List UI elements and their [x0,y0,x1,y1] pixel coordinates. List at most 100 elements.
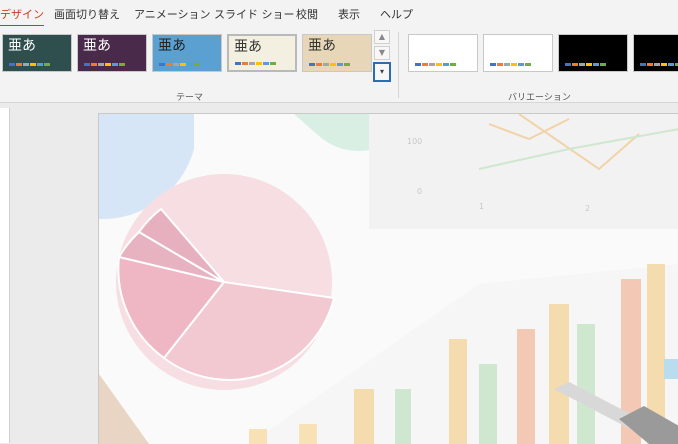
variation-color-swatches [490,63,531,66]
decorative-bar [577,324,595,444]
background-paper [369,114,678,229]
color-swatch [316,63,322,66]
color-swatch [593,63,599,66]
color-swatch [235,62,241,65]
theme-preview-text: 亜あ [83,38,111,54]
color-swatch [256,62,262,65]
color-swatch [640,63,646,66]
color-swatch [654,63,660,66]
tab-view[interactable]: 表示 [338,6,360,22]
chart-tick-label: 0 [417,187,422,196]
variations-group-label: バリエーション [508,93,571,103]
color-swatch [194,63,200,66]
color-swatch [166,63,172,66]
color-swatch [436,63,442,66]
themes-group-label: テーマ [176,93,204,103]
color-swatch [344,63,350,66]
slide-thumbnail-pane[interactable] [0,108,10,443]
color-swatch [187,63,193,66]
chart-tick-label: 1 [479,202,484,211]
slide-canvas[interactable]: 100 0 1 2 [98,113,678,444]
color-swatch [270,62,276,65]
color-swatch [91,63,97,66]
color-swatch [30,63,36,66]
tab-design[interactable]: デザイン [0,6,44,27]
theme-gallery-scroll: ▲ ▼ ▾ [373,30,392,84]
color-swatch [504,63,510,66]
color-swatch [309,63,315,66]
color-swatch [159,63,165,66]
color-swatch [37,63,43,66]
color-swatch [105,63,111,66]
theme-color-swatches [309,63,350,66]
tab-transitions[interactable]: 画面切り替え [54,6,120,22]
color-swatch [84,63,90,66]
variation-color-swatches [565,63,606,66]
group-divider [398,32,399,98]
chart-tick-label: 2 [585,204,590,213]
gallery-up-button[interactable]: ▲ [374,30,390,44]
color-swatch [511,63,517,66]
color-swatch [119,63,125,66]
color-swatch [330,63,336,66]
color-swatch [572,63,578,66]
color-swatch [263,62,269,65]
color-swatch [647,63,653,66]
ribbon-design-panel: 亜あ 亜あ 亜あ 亜あ 亜あ ▲ ▼ ▾ テーマ バリエーション [0,26,678,103]
decorative-bar [249,429,267,444]
decorative-bar [549,304,569,444]
color-swatch [249,62,255,65]
variation-thumbnail[interactable] [483,34,553,72]
theme-preview-text: 亜あ [158,38,186,54]
color-swatch [44,63,50,66]
decorative-bar [395,389,411,444]
theme-color-swatches [84,63,125,66]
gallery-down-button[interactable]: ▼ [374,46,390,60]
theme-thumbnail[interactable]: 亜あ [302,34,372,72]
decorative-bar [449,339,467,444]
color-swatch [586,63,592,66]
variation-thumbnail[interactable] [633,34,678,72]
tab-slide-show[interactable]: スライド ショー [214,6,295,22]
color-swatch [242,62,248,65]
decorative-bar [354,389,374,444]
color-swatch [579,63,585,66]
gallery-more-button[interactable]: ▾ [373,62,391,82]
theme-color-swatches [9,63,50,66]
tab-animations[interactable]: アニメーション [134,6,211,22]
theme-preview-text: 亜あ [308,38,336,54]
color-swatch [180,63,186,66]
tab-help[interactable]: ヘルプ [380,6,413,22]
variation-thumbnail[interactable] [558,34,628,72]
color-swatch [337,63,343,66]
decorative-bar [299,424,317,444]
decorative-bar [479,364,497,444]
decorative-table [99,374,149,444]
theme-thumbnail[interactable]: 亜あ [2,34,72,72]
color-swatch [9,63,15,66]
color-swatch [16,63,22,66]
color-swatch [23,63,29,66]
color-swatch [429,63,435,66]
color-swatch [490,63,496,66]
color-swatch [518,63,524,66]
theme-color-swatches [235,62,276,65]
variation-thumbnail[interactable] [408,34,478,72]
variation-color-swatches [640,63,678,66]
theme-color-swatches [159,63,200,66]
decorative-blue-object [664,359,678,379]
tab-review[interactable]: 校閲 [296,6,318,22]
theme-preview-text: 亜あ [234,39,262,55]
color-swatch [112,63,118,66]
color-swatch [415,63,421,66]
color-swatch [600,63,606,66]
color-swatch [323,63,329,66]
color-swatch [98,63,104,66]
decorative-green-shape [294,114,374,151]
color-swatch [173,63,179,66]
theme-thumbnail[interactable]: 亜あ [152,34,222,72]
theme-thumbnail[interactable]: 亜あ [77,34,147,72]
variation-color-swatches [415,63,456,66]
color-swatch [422,63,428,66]
theme-thumbnail-selected[interactable]: 亜あ [227,34,297,72]
